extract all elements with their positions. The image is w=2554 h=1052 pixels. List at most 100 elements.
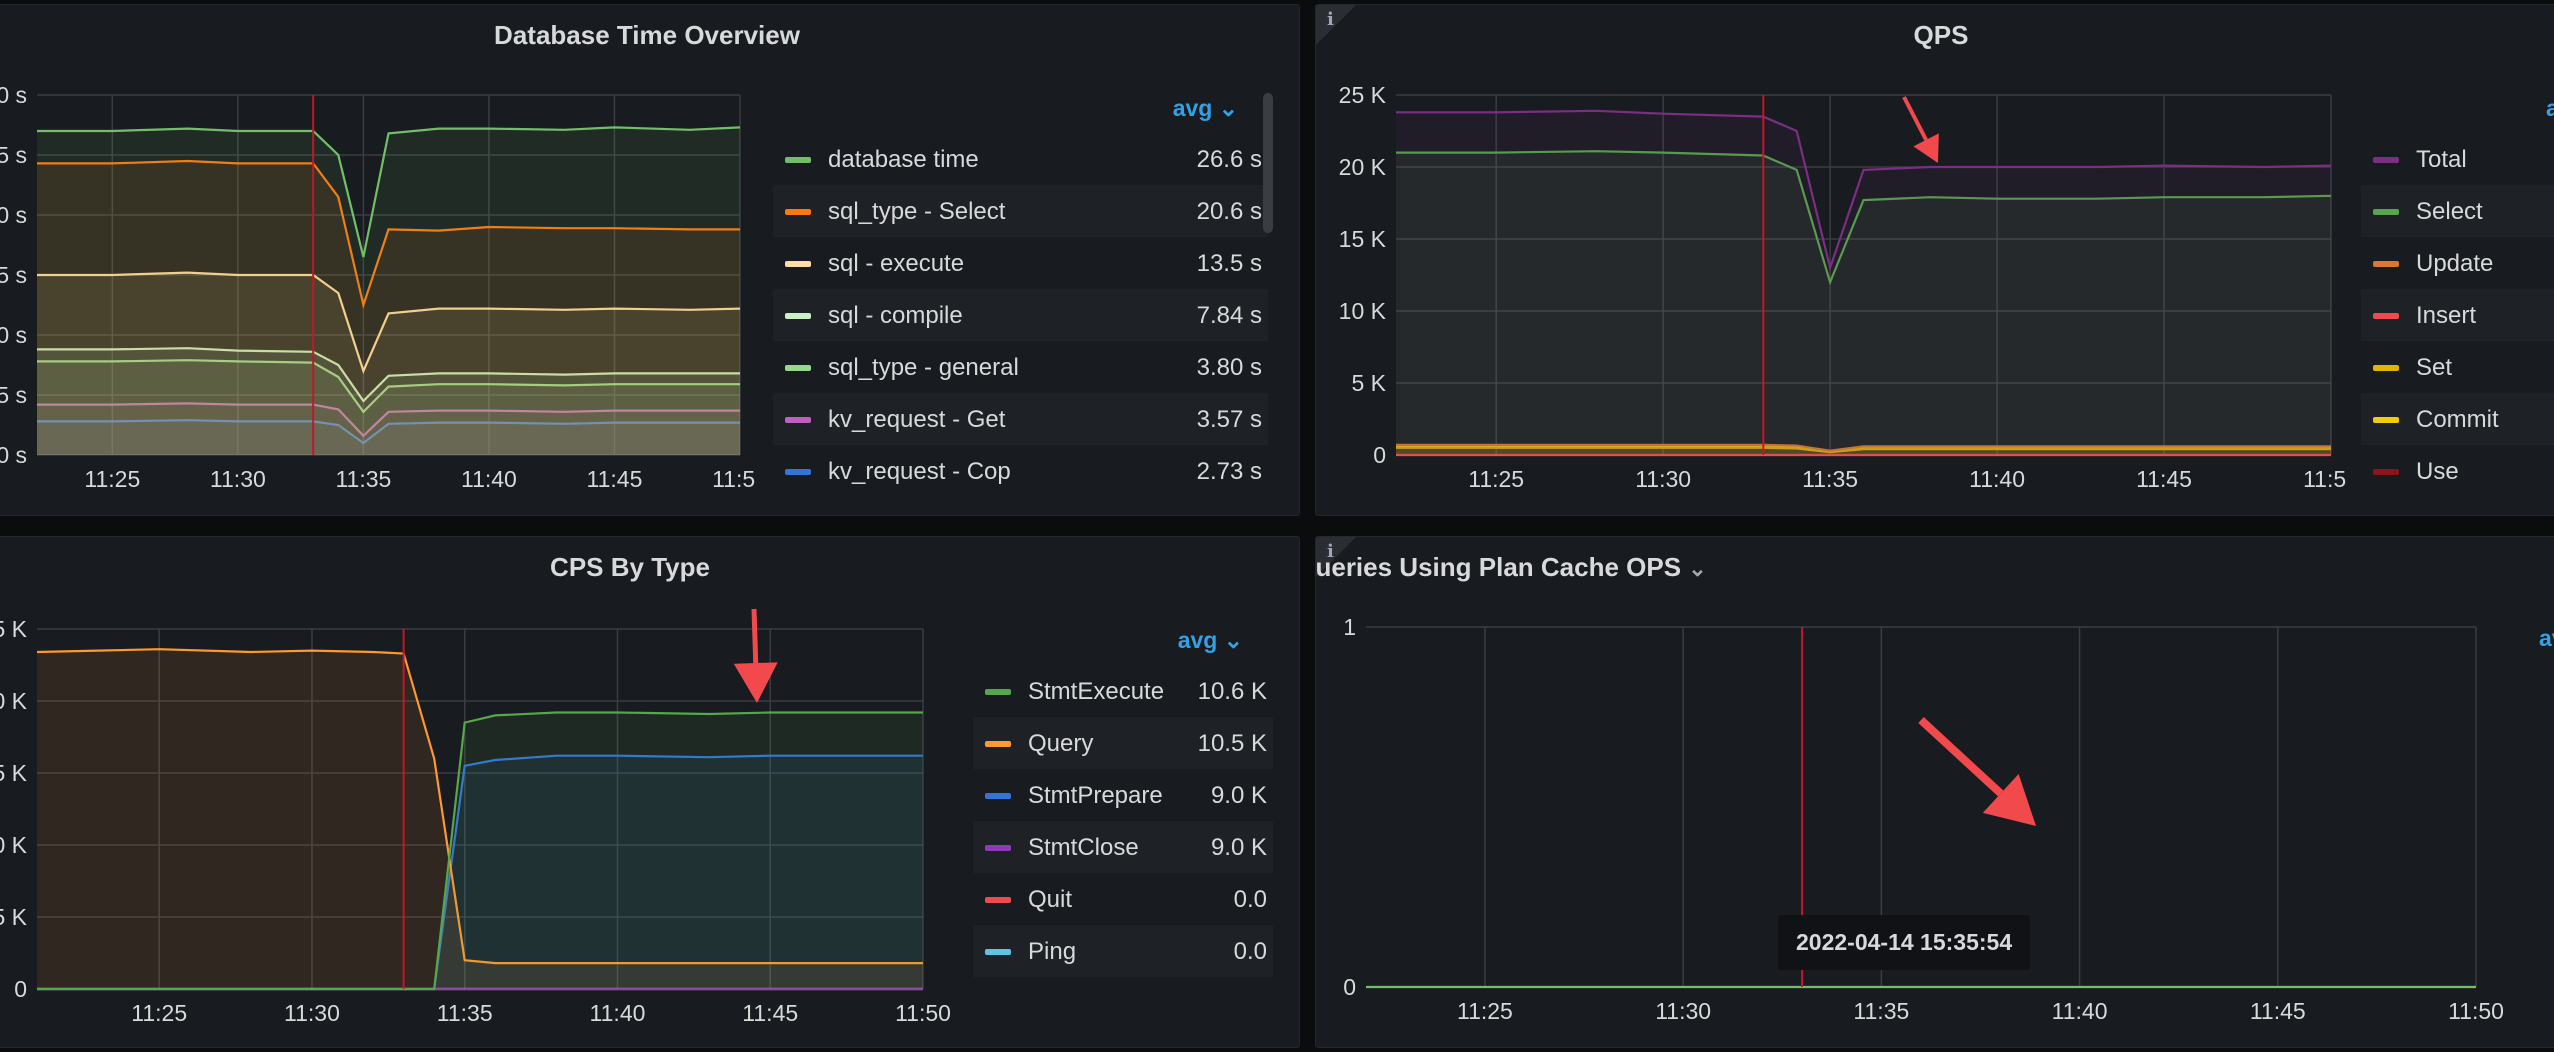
legend-label: StmtPrepare [1028,782,1163,809]
database-time-chart[interactable]: 0 s 5 s 0 s 5 s 0 s 5 s 0 s 11:25 11:30 11:35 11:4… [0,5,755,515]
legend-sort-avg[interactable]: av [2539,625,2554,652]
y-tick-label: 0 [1343,974,1356,1000]
legend-label: kv_request - Cop [828,458,1011,485]
legend-scrollbar[interactable] [1263,93,1273,233]
legend-item[interactable]: sql_type - general 3.80 s [773,341,1268,393]
legend-swatch [785,209,811,215]
arrow-shaft [751,608,759,664]
x-tick-label: 11:45 [2250,998,2306,1024]
x-tick-label: 11:35 [437,1000,493,1026]
arrow-shaft [1902,96,1928,141]
legend-item[interactable]: kv_request - Get 3.57 s [773,393,1268,445]
panel-qps: i QPS 05 K 10 K 15 K 20 K 25 K 11:25 11:30 11:3… [1315,4,2554,516]
x-tick-label: 11:30 [1635,466,1691,492]
legend-swatch [2373,469,2399,475]
legend-swatch [985,689,1011,695]
arrow-shaft [1918,717,2004,797]
x-tick-label: 11:35 [1802,466,1858,492]
legend-item[interactable]: Update [2361,237,2554,289]
legend: av Total Select Update Insert Set Commit Use [2361,85,2554,505]
legend-sort-avg[interactable]: avg ⌄ [1173,95,1238,122]
legend-label: Total [2416,146,2467,173]
legend-label: Quit [1028,886,1073,913]
legend-label: Select [2416,198,2483,225]
legend-label: sql_type - Select [828,198,1006,225]
legend-sort-avg[interactable]: av [2546,95,2554,122]
legend: avg ⌄ StmtExecute 10.6 K Query 10.5 K StmtPr… [973,617,1273,1037]
legend-swatch [2373,313,2399,319]
cps-by-type-chart[interactable]: 0 5 K 0 K 5 K 0 K 5 K 11:25 11:30 11:35 11:40 11:4… [0,537,955,1047]
legend-value: 0.0 [1233,938,1267,965]
legend-swatch [985,741,1011,747]
y-tick-label: 5 s [0,262,27,288]
legend-label: Commit [2416,406,2499,433]
y-tick-label: 0 [14,976,27,1002]
legend-item[interactable]: Query 10.5 K [973,717,1273,769]
panel-cps-by-type: CPS By Type 05 K0 K5 K0 K5 K11:2511:3011… [0,536,1300,1048]
x-tick-label: 11:25 [84,466,140,492]
x-tick-label: 11:35 [335,466,391,492]
y-tick-label: 0 K [0,688,28,714]
series-area [37,127,740,456]
legend-item[interactable]: sql - execute 13.5 s [773,237,1268,289]
x-tick-label: 11:50 [2303,466,2346,492]
y-tick-label: 0 s [0,442,27,468]
qps-chart[interactable]: 0 5 K 10 K 15 K 20 K 25 K 11:25 11:30 11:35 11:40… [1316,5,2346,515]
legend-value: 9.0 K [1210,834,1267,861]
legend-value: 3.57 s [1196,406,1262,433]
legend-swatch [785,157,811,163]
legend: avg ⌄ database time 26.6 s sql_type - Sele… [773,85,1268,505]
y-tick-label: 5 s [0,142,27,168]
x-tick-label: 11:40 [2052,998,2108,1024]
legend-value: 10.6 K [1197,678,1267,705]
legend-value: 20.6 s [1196,198,1262,225]
x-tick-label: 11:45 [742,1000,798,1026]
panel-database-time-overview: Database Time Overview 0 s5 s0 s5 s0 s5 … [0,4,1300,516]
legend-item[interactable]: Insert [2361,289,2554,341]
legend-label: sql - execute [828,250,965,277]
x-tick-label: 11:30 [210,466,266,492]
legend-swatch [2373,417,2399,423]
chevron-down-icon: ⌄ [1223,627,1243,653]
legend-item[interactable]: StmtPrepare 9.0 K [973,769,1273,821]
legend-swatch [2373,261,2399,267]
legend-item[interactable]: Use [2361,445,2554,497]
x-tick-label: 11:45 [2136,466,2192,492]
x-tick-label: 11:25 [131,1000,187,1026]
legend-item[interactable]: sql_type - Select 20.6 s [773,185,1268,237]
legend-value: 2.73 s [1196,458,1262,485]
legend-item[interactable]: Quit 0.0 [973,873,1273,925]
series-area [1396,110,2331,456]
y-tick-label: 10 K [1339,298,1387,324]
legend-item[interactable]: StmtExecute 10.6 K [973,665,1273,717]
x-tick-label: 11:30 [1655,998,1711,1024]
legend-sort-avg[interactable]: avg ⌄ [1178,627,1243,654]
legend-item[interactable]: Total [2361,133,2554,185]
hover-tooltip: 2022-04-14 15:35:54 [1778,915,2031,970]
y-tick-label: 15 K [1339,226,1387,252]
legend-label: StmtExecute [1028,678,1165,705]
legend-item[interactable]: database time 26.6 s [773,133,1268,185]
legend-item[interactable]: Select [2361,185,2554,237]
legend-swatch [2373,365,2399,371]
legend-label: kv_request - Get [828,406,1006,433]
legend-item[interactable]: Ping 0.0 [973,925,1273,977]
legend-swatch [2373,209,2399,215]
legend-swatch [785,261,811,267]
legend-value: 10.5 K [1197,730,1267,757]
legend-item[interactable]: StmtClose 9.0 K [973,821,1273,873]
y-tick-label: 5 K [0,616,28,642]
legend-label: Ping [1028,938,1077,965]
legend-label: sql - compile [828,302,963,329]
plan-cache-ops-chart[interactable]: 0 1 11:25 11:30 11:35 11:40 11:45 11:50 [1316,537,2516,1047]
legend-item[interactable]: Commit [2361,393,2554,445]
legend-label: Set [2416,354,2453,381]
legend-item[interactable]: kv_request - Cop 2.73 s [773,445,1268,497]
y-tick-label: 0 s [0,322,27,348]
legend-item[interactable]: Set [2361,341,2554,393]
legend-item[interactable]: sql - compile 7.84 s [773,289,1268,341]
x-tick-label: 11:40 [461,466,517,492]
y-tick-label: 0 [1373,442,1386,468]
arrow-head [733,662,778,703]
legend-value: 3.80 s [1196,354,1262,381]
